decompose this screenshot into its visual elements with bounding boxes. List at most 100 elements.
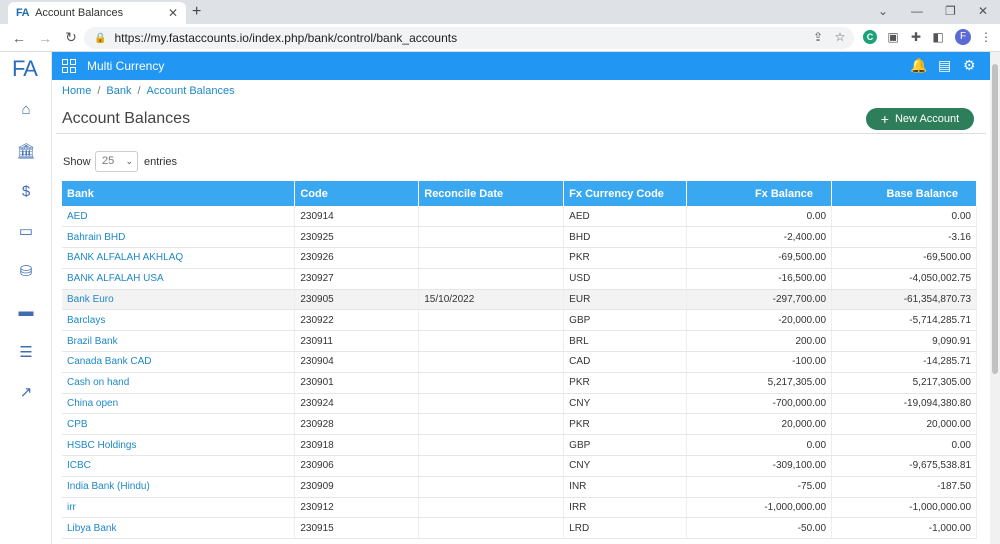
bank-name-link[interactable]: HSBC Holdings bbox=[62, 434, 296, 457]
table-row: Bahrain BHD 230925 BHD -2,400.00 -3.16 bbox=[62, 226, 977, 249]
fx-balance-cell: 0.00 bbox=[686, 434, 833, 457]
bank-name-link[interactable]: Bahrain BHD bbox=[62, 226, 296, 249]
bank-icon[interactable]: 🏛 bbox=[16, 142, 36, 162]
bank-name-link[interactable]: Libya Bank bbox=[62, 517, 296, 540]
account-balances-table: Bank Code Reconcile Date Fx Currency Cod… bbox=[62, 181, 977, 540]
code-cell: 230901 bbox=[294, 372, 420, 394]
table-row: irr 230912 IRR -1,000,000.00 -1,000,000.00 bbox=[62, 497, 977, 519]
reconcile-date-cell bbox=[418, 247, 565, 269]
currency-code-cell: LRD bbox=[563, 517, 688, 540]
url-text: https://my.fastaccounts.io/index.php/ban… bbox=[114, 31, 458, 45]
table-row: Cash on hand 230901 PKR 5,217,305.00 5,217,3… bbox=[62, 372, 977, 394]
close-tab-icon[interactable]: ✕ bbox=[168, 6, 178, 20]
bank-name-link[interactable]: China open bbox=[62, 393, 296, 415]
code-cell: 230909 bbox=[294, 476, 420, 498]
currency-code-cell: PKR bbox=[563, 372, 688, 394]
bank-name-link[interactable]: irr bbox=[62, 497, 296, 519]
currency-code-cell: AED bbox=[563, 206, 688, 228]
new-account-button[interactable]: + New Account bbox=[866, 108, 974, 130]
col-base-balance[interactable]: Base Balance bbox=[831, 181, 977, 206]
profile-avatar[interactable]: F bbox=[955, 29, 971, 45]
forward-icon[interactable]: → bbox=[38, 30, 52, 46]
gear-icon[interactable]: ⚙ bbox=[963, 57, 976, 74]
bank-name-link[interactable]: India Bank (Hindu) bbox=[62, 476, 296, 498]
bank-name-link[interactable]: Bank Euro bbox=[62, 289, 296, 311]
reconcile-date-cell bbox=[418, 497, 565, 519]
browser-tab[interactable]: FA Account Balances ✕ bbox=[8, 2, 186, 24]
currency-code-cell: GBP bbox=[563, 434, 688, 457]
fx-balance-cell: -50.00 bbox=[686, 517, 833, 540]
fx-balance-cell: -297,700.00 bbox=[686, 289, 833, 311]
breadcrumb: Home / Bank / Account Balances bbox=[62, 85, 235, 97]
bank-name-link[interactable]: AED bbox=[62, 206, 296, 228]
base-balance-cell: -4,050,002.75 bbox=[831, 268, 977, 290]
card-icon[interactable]: ▬ bbox=[16, 302, 36, 322]
extension-icon[interactable]: ▣ bbox=[885, 30, 901, 44]
show-label: Show bbox=[63, 156, 91, 168]
code-cell: 230914 bbox=[294, 206, 420, 228]
chevron-down-icon: ⌄ bbox=[125, 156, 133, 166]
reconcile-date-cell bbox=[418, 309, 565, 332]
entries-select-value: 25 bbox=[102, 155, 115, 167]
code-cell: 230905 bbox=[294, 289, 420, 311]
table-row: ICBC 230906 CNY -309,100.00 -9,675,538.81 bbox=[62, 455, 977, 477]
chart-icon[interactable]: ↗ bbox=[16, 383, 36, 403]
base-balance-cell: -187.50 bbox=[831, 476, 977, 498]
app-logo[interactable]: FA bbox=[12, 56, 38, 82]
reconcile-date-cell: 15/10/2022 bbox=[418, 289, 565, 311]
browser-menu-icon[interactable]: ⋮ bbox=[978, 30, 994, 44]
fx-balance-cell: -100.00 bbox=[686, 351, 833, 373]
divider bbox=[56, 133, 986, 134]
maximize-icon[interactable]: ❐ bbox=[945, 4, 956, 18]
entries-select[interactable]: 25 ⌄ bbox=[95, 151, 138, 172]
bank-name-link[interactable]: Cash on hand bbox=[62, 372, 296, 394]
table-row: Bank Euro 230905 15/10/2022 EUR -297,700.00-… bbox=[62, 289, 977, 311]
new-tab-icon[interactable]: + bbox=[192, 3, 201, 21]
fx-balance-cell: -16,500.00 bbox=[686, 268, 833, 290]
cash-icon[interactable]: ▭ bbox=[16, 222, 36, 242]
url-field[interactable]: 🔒 https://my.fastaccounts.io/index.php/b… bbox=[84, 27, 854, 49]
bank-name-link[interactable]: Brazil Bank bbox=[62, 330, 296, 353]
table-row: AED 230914 AED 0.00 0.00 bbox=[62, 206, 977, 228]
col-fx-balance[interactable]: Fx Balance bbox=[686, 181, 833, 206]
side-panel-icon[interactable]: ◧ bbox=[930, 30, 946, 44]
bank-name-link[interactable]: Barclays bbox=[62, 309, 296, 332]
close-window-icon[interactable]: ✕ bbox=[978, 4, 988, 18]
base-balance-cell: -5,714,285.71 bbox=[831, 309, 977, 332]
base-balance-cell: -1,000,000.00 bbox=[831, 497, 977, 519]
bank-name-link[interactable]: ICBC bbox=[62, 455, 296, 477]
reload-icon[interactable]: ↻ bbox=[64, 29, 78, 46]
col-reconcile-date[interactable]: Reconcile Date bbox=[418, 181, 565, 206]
base-balance-cell: -69,500.00 bbox=[831, 247, 977, 269]
breadcrumb-account-balances[interactable]: Account Balances bbox=[147, 85, 235, 97]
col-code[interactable]: Code bbox=[294, 181, 420, 206]
col-fx-currency-code[interactable]: Fx Currency Code bbox=[563, 181, 688, 206]
bell-icon[interactable]: 🔔 bbox=[910, 57, 927, 74]
puzzle-icon[interactable]: ✚ bbox=[908, 30, 924, 44]
scrollbar-thumb[interactable] bbox=[992, 64, 998, 374]
currency-code-cell: EUR bbox=[563, 289, 688, 311]
bank-name-link[interactable]: CPB bbox=[62, 413, 296, 436]
bank-name-link[interactable]: BANK ALFALAH USA bbox=[62, 268, 296, 290]
tab-search-icon[interactable]: ⌄ bbox=[878, 4, 888, 18]
code-cell: 230926 bbox=[294, 247, 420, 269]
bank-name-link[interactable]: BANK ALFALAH AKHLAQ bbox=[62, 247, 296, 269]
col-bank[interactable]: Bank bbox=[62, 181, 296, 206]
share-icon[interactable]: ⇪ bbox=[810, 30, 826, 44]
coins-icon[interactable]: ⛁ bbox=[16, 262, 36, 282]
dollar-icon[interactable]: $ bbox=[16, 182, 36, 202]
bank-name-link[interactable]: Canada Bank CAD bbox=[62, 351, 296, 373]
currency-code-cell: BRL bbox=[563, 330, 688, 353]
minimize-icon[interactable]: — bbox=[911, 4, 923, 18]
grid-icon[interactable] bbox=[62, 59, 76, 73]
breadcrumb-home[interactable]: Home bbox=[62, 85, 91, 97]
report-icon[interactable]: ▤ bbox=[938, 57, 951, 74]
breadcrumb-bank[interactable]: Bank bbox=[106, 85, 131, 97]
back-icon[interactable]: ← bbox=[12, 30, 26, 46]
bookmark-star-icon[interactable]: ☆ bbox=[832, 30, 848, 44]
list-icon[interactable]: ☰ bbox=[16, 343, 36, 363]
reconcile-date-cell bbox=[418, 226, 565, 249]
reconcile-date-cell bbox=[418, 413, 565, 436]
home-icon[interactable]: ⌂ bbox=[16, 100, 36, 120]
grammar-extension-icon[interactable]: C bbox=[863, 30, 877, 44]
